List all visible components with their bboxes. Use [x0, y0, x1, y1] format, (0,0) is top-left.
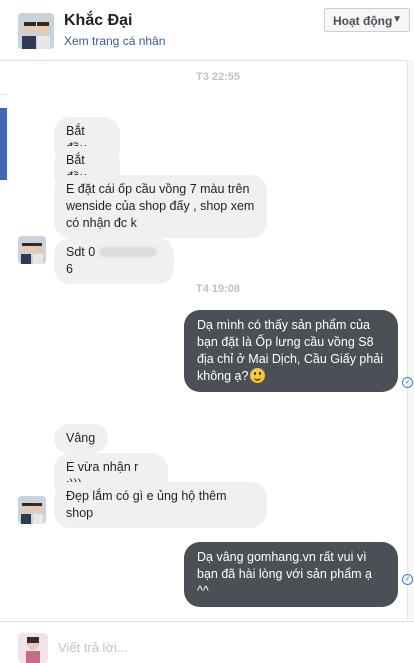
reply-input[interactable]: Viết trả lời... — [58, 640, 128, 655]
message-bubble: E đặt cái ốp cầu vồng 7 màu trên wenside… — [54, 175, 267, 238]
status-dropdown-button[interactable]: Hoạt động ▼ — [324, 8, 410, 32]
chat-header: Khắc Đại Xem trang cá nhân Hoạt động ▼ — [0, 0, 414, 61]
scrollbar-track[interactable] — [407, 60, 414, 620]
timestamp: T3 22:55 — [195, 71, 241, 83]
message-bubble: Vâng — [54, 424, 108, 453]
contact-avatar-small — [18, 236, 46, 264]
redacted-number — [99, 247, 158, 257]
view-profile-link[interactable]: Xem trang cá nhân — [64, 34, 165, 48]
chevron-down-icon: ▼ — [392, 14, 402, 25]
message-text: Dạ mình có thấy sản phẩm của bạn đặt là … — [197, 318, 384, 383]
message-bubble-outgoing: Dạ mình có thấy sản phẩm của bạn đặt là … — [184, 310, 398, 392]
smiley-emoji-icon — [250, 368, 266, 383]
timestamp: T4 19:08 — [195, 283, 241, 295]
message-bubble: Sdt 0 6 — [54, 238, 174, 284]
contact-name[interactable]: Khắc Đại — [64, 12, 132, 30]
left-divider — [0, 94, 7, 95]
contact-avatar-small — [18, 496, 46, 524]
status-label: Hoạt động — [333, 14, 393, 28]
message-bubble: Đẹp lắm có gì e ủng hộ thêm shop — [54, 482, 267, 528]
left-scroll-indicator — [0, 108, 7, 180]
check-circle-icon: ✓ — [402, 574, 413, 585]
contact-avatar[interactable] — [18, 13, 54, 49]
message-composer: Viết trả lời... — [0, 621, 414, 663]
check-circle-icon: ✓ — [402, 377, 413, 388]
message-text: Sdt 0 — [66, 245, 96, 259]
message-bubble-outgoing: Dạ vâng gomhang.vn rất vui vì bạn đã hài… — [184, 542, 398, 607]
message-text-tail: 6 — [66, 262, 73, 276]
user-avatar — [18, 633, 48, 663]
